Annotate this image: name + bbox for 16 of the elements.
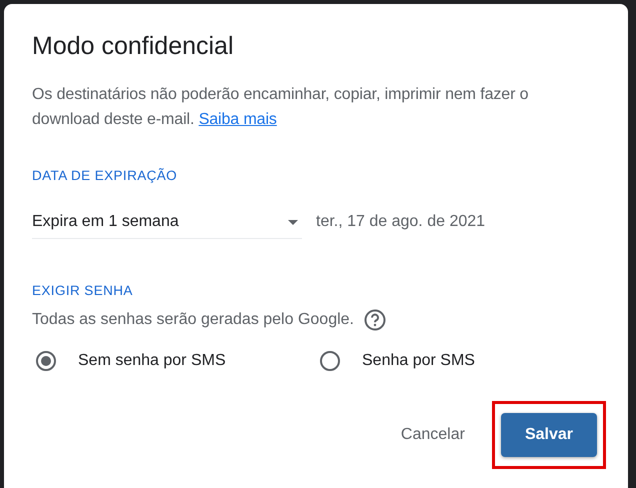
save-button[interactable]: Salvar: [500, 413, 597, 457]
radio-button[interactable]: [36, 351, 56, 371]
dialog-title: Modo confidencial: [32, 31, 235, 62]
hint-text: Todas as senhas serão geradas pelo Google.: [32, 311, 354, 329]
help-icon[interactable]: [364, 309, 386, 331]
radio-option[interactable]: Sem senha por SMS: [32, 351, 316, 371]
section-heading: DATA DE EXPIRAÇÃO: [32, 168, 178, 183]
section-heading: EXIGIR SENHA: [32, 283, 134, 298]
cancel-button[interactable]: Cancelar: [400, 414, 465, 456]
caret-icon: [288, 220, 298, 224]
expiration-dropdown[interactable]: Expira em 1 semana: [32, 213, 302, 239]
description: Os destinatários não poderão encaminhar, copiar, imprimir nem fazer o download deste e-mail. Saiba mais: [32, 85, 530, 130]
radio-button[interactable]: [320, 351, 340, 371]
learn-more-link[interactable]: Saiba mais: [198, 111, 277, 128]
radio-option[interactable]: Senha por SMS: [316, 351, 600, 371]
expiration-date: ter., 17 de ago. de 2021: [316, 213, 486, 232]
